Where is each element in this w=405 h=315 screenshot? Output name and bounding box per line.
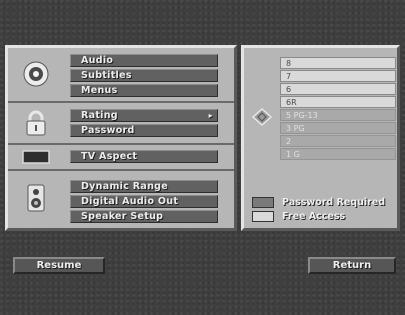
menu-item-audio[interactable]: Audio — [70, 54, 218, 67]
rating-option-5-pg-13[interactable]: 5 PG-13 — [280, 109, 396, 121]
rating-option-8[interactable]: 8 — [280, 57, 396, 69]
free-access-label: Free Access — [282, 210, 346, 222]
return-button[interactable]: Return — [308, 257, 396, 274]
rating-label: Rating — [81, 110, 118, 121]
menu-item-digital-audio-out[interactable]: Digital Audio Out — [70, 195, 218, 208]
menu-item-menus[interactable]: Menus — [70, 84, 218, 97]
password-required-label: Password Required — [282, 196, 386, 208]
rating-option-7[interactable]: 7 — [280, 70, 396, 82]
legend-free-access: Free Access — [252, 210, 345, 222]
menu-item-tv-aspect[interactable]: TV Aspect — [70, 150, 218, 163]
rating-option-6r[interactable]: 6R — [280, 96, 396, 108]
password-required-swatch — [252, 196, 274, 208]
parental-lock-group: Rating ▸ Password — [8, 103, 234, 145]
settings-menu-panel: Audio Subtitles Menus Rating ▸ Password … — [5, 45, 237, 231]
audio-settings-group: Audio Subtitles Menus — [8, 48, 234, 103]
tv-screen-icon — [14, 149, 58, 165]
rating-panel: 8 7 6 6R 5 PG-13 3 PG 2 1 G Password Req… — [241, 45, 400, 231]
submenu-arrow-icon: ▸ — [208, 111, 213, 120]
rating-option-3-pg[interactable]: 3 PG — [280, 122, 396, 134]
padlock-icon — [14, 109, 58, 137]
menu-item-subtitles[interactable]: Subtitles — [70, 69, 218, 82]
menu-item-rating[interactable]: Rating ▸ — [70, 109, 218, 122]
rating-option-2[interactable]: 2 — [280, 135, 396, 147]
rating-option-1-g[interactable]: 1 G — [280, 148, 396, 160]
menu-item-speaker-setup[interactable]: Speaker Setup — [70, 210, 218, 223]
legend-password-required: Password Required — [252, 196, 385, 208]
disc-icon — [14, 59, 58, 89]
menu-item-dynamic-range[interactable]: Dynamic Range — [70, 180, 218, 193]
speaker-icon — [14, 183, 58, 213]
resume-button[interactable]: Resume — [13, 257, 105, 274]
menu-item-password[interactable]: Password — [70, 124, 218, 137]
audio-output-group: Dynamic Range Digital Audio Out Speaker … — [8, 171, 234, 228]
rating-option-6[interactable]: 6 — [280, 83, 396, 95]
tv-aspect-group: TV Aspect — [8, 145, 234, 171]
free-access-swatch — [252, 210, 274, 222]
selector-pointer-icon — [251, 107, 273, 130]
